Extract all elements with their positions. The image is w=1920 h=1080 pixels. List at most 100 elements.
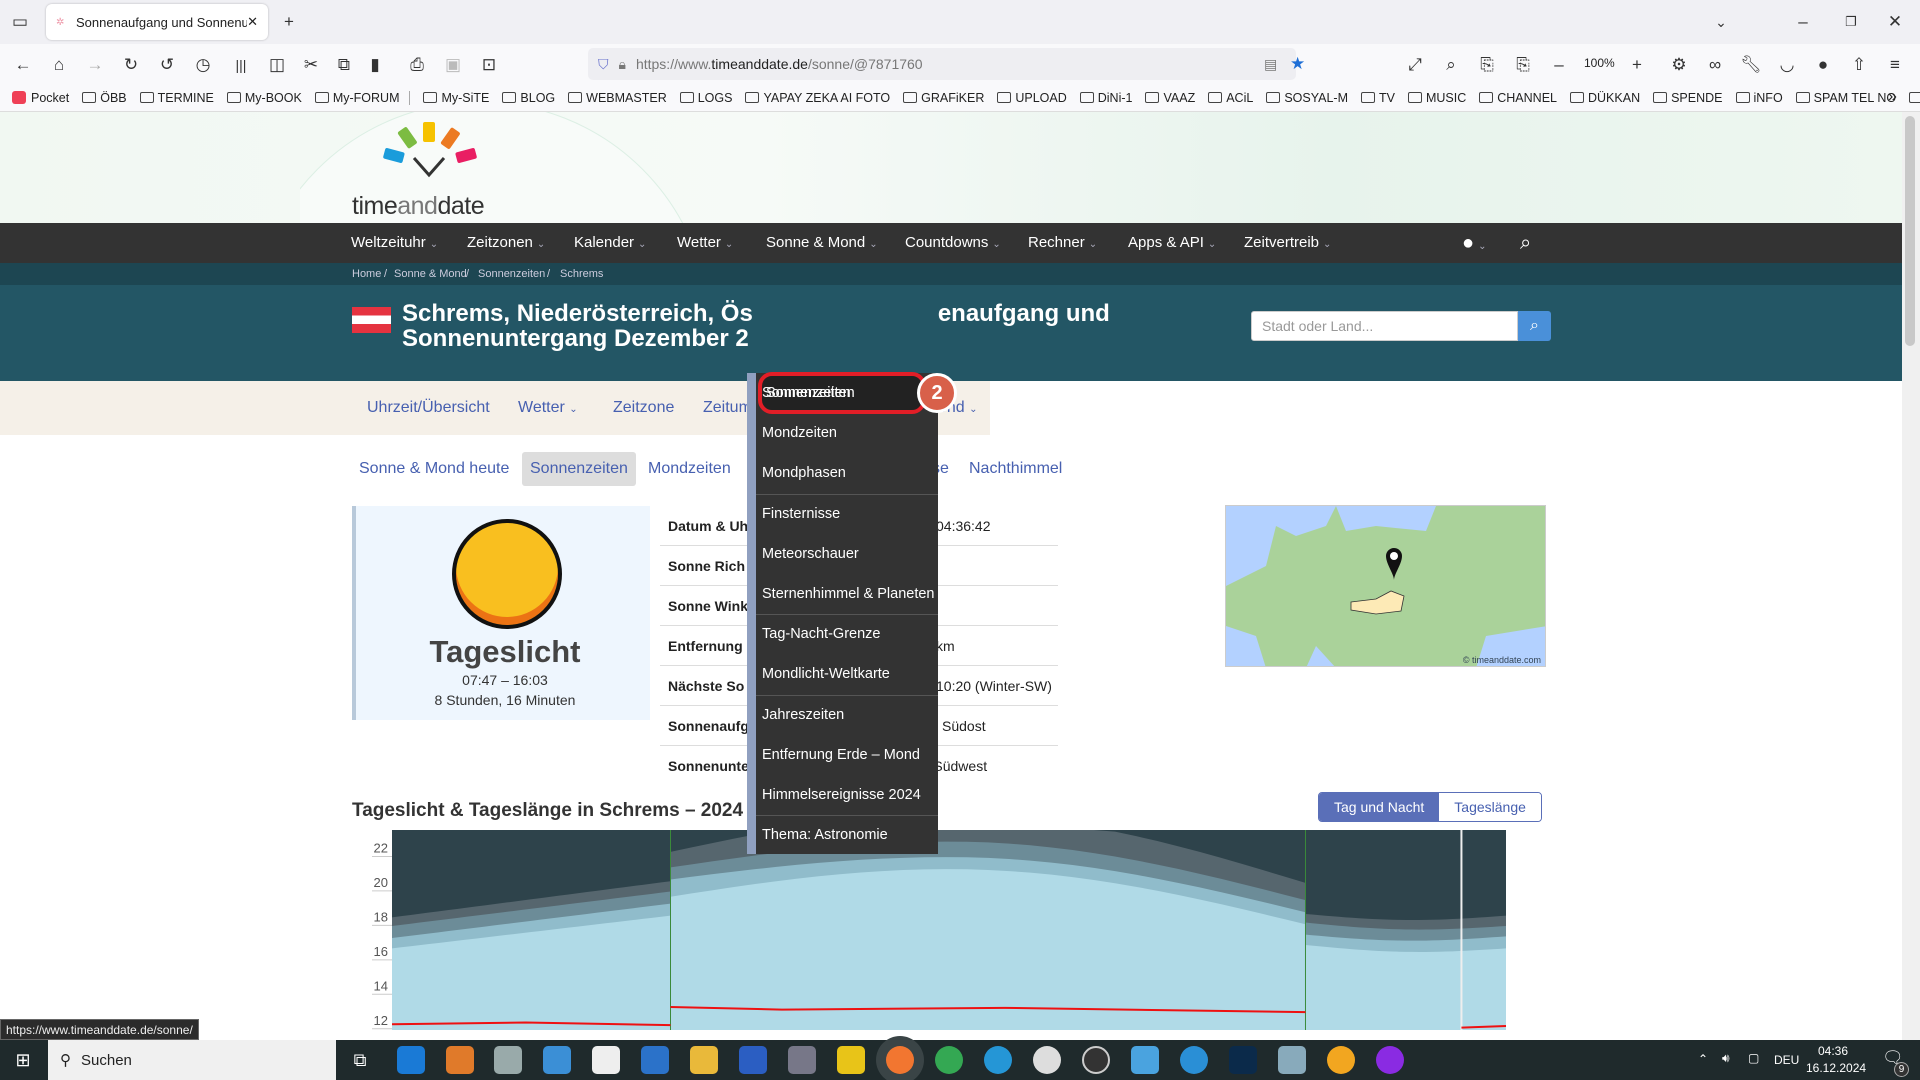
calculator-icon[interactable] [788, 1046, 816, 1074]
bookmark-folder[interactable]: My-FORUM [314, 90, 411, 105]
dropdown-item-tag-nacht-grenze[interactable]: Tag-Nacht-Grenze [756, 614, 938, 654]
dropdown-item-mondzeiten[interactable]: Mondzeiten [756, 413, 938, 453]
chrome-icon[interactable] [935, 1046, 963, 1074]
bookmark-folder[interactable]: SOSYAL-M [1266, 91, 1348, 105]
bookmark-star-icon[interactable]: ★ [1290, 54, 1305, 74]
home-icon[interactable]: ⌂ [48, 54, 70, 76]
bookmark-folder[interactable]: VAAZ [1145, 91, 1195, 105]
obs-icon[interactable] [1082, 1046, 1110, 1074]
bookmarks-overflow-icon[interactable]: » [1888, 88, 1897, 106]
bookmark-folder[interactable]: LOGS [679, 91, 732, 105]
tray-expand-icon[interactable]: ⌃ [1698, 1052, 1708, 1066]
notepad-icon[interactable] [1278, 1046, 1306, 1074]
bookmark-folder[interactable]: UPLOAD [997, 91, 1067, 105]
dropdown-item-jahreszeiten[interactable]: Jahreszeiten [756, 695, 938, 735]
tageslaenge-button[interactable]: Tageslänge [1439, 793, 1541, 821]
cut-icon[interactable]: ✂ [300, 54, 322, 76]
location-map[interactable]: © timeanddate.com [1225, 505, 1546, 667]
scrollbar-thumb[interactable] [1905, 116, 1915, 346]
breadcrumb-sonne-mond[interactable]: Sonne & Mond [394, 263, 467, 285]
zoom-in-icon[interactable]: + [1626, 54, 1648, 76]
site-logo[interactable]: timeanddate [352, 120, 512, 220]
volume-icon[interactable]: 🔊︎ [1722, 1051, 1730, 1066]
computer-icon[interactable] [1131, 1046, 1159, 1074]
nav-zeitzonen[interactable]: Zeitzonen ⌄ [467, 223, 545, 263]
paste-icon[interactable]: ▮ [364, 54, 386, 76]
dropdown-item-thema-astronomie[interactable]: Thema: Astronomie [756, 815, 938, 855]
bookmark-folder[interactable]: iNFO [1735, 91, 1783, 105]
photos-app-icon[interactable] [641, 1046, 669, 1074]
snipping-tool-icon[interactable] [1033, 1046, 1061, 1074]
firefox-icon[interactable] [886, 1046, 914, 1074]
extensions-icon[interactable]: ⇧ [1848, 54, 1870, 76]
photopea-icon[interactable] [1180, 1046, 1208, 1074]
nav-rechner[interactable]: Rechner ⌄ [1028, 223, 1097, 263]
bookmark-folder[interactable]: ACiL [1208, 91, 1253, 105]
subnav-zeitumstellung[interactable]: Zeitum [703, 381, 752, 435]
bookmark-folder[interactable]: GIMP [1909, 91, 1920, 105]
print-icon[interactable]: ⎙ [406, 54, 428, 76]
weather-icon[interactable] [1327, 1046, 1355, 1074]
monitor-app-icon[interactable] [494, 1046, 522, 1074]
nav-countdowns[interactable]: Countdowns ⌄ [905, 223, 1001, 263]
player-app-icon[interactable] [446, 1046, 474, 1074]
reload-icon[interactable]: ↻ [120, 54, 142, 76]
bookmark-folder[interactable]: MUSIC [1407, 91, 1466, 105]
restore-icon[interactable]: ❐ [1840, 11, 1862, 33]
nav-apps-api[interactable]: Apps & API ⌄ [1128, 223, 1216, 263]
zoom-level[interactable]: 100% [1584, 56, 1615, 70]
bookmark-folder[interactable]: DÜKKAN [1570, 91, 1640, 105]
dropdown-item-mondlicht-weltkarte[interactable]: Mondlicht-Weltkarte [756, 654, 938, 694]
subnav-uhrzeit[interactable]: Uhrzeit/Übersicht [367, 381, 490, 435]
city-search-input[interactable]: Stadt oder Land... [1251, 311, 1518, 341]
mask-icon[interactable]: ∞ [1704, 54, 1726, 76]
new-tab-button[interactable]: + [278, 11, 300, 33]
folder-down-icon[interactable]: ⎘ [1512, 54, 1534, 76]
nav-wetter[interactable]: Wetter ⌄ [677, 223, 733, 263]
minimize-icon[interactable]: – [1792, 11, 1814, 33]
word-app-icon[interactable] [739, 1046, 767, 1074]
tag-und-nacht-button[interactable]: Tag und Nacht [1319, 793, 1440, 821]
store-app-icon[interactable] [592, 1046, 620, 1074]
dropdown-item-sonnenzeiten[interactable]: Sonnenzeiten [756, 373, 938, 413]
bookmark-folder[interactable]: BLOG [502, 91, 555, 105]
camera-icon[interactable]: ▢ [1748, 1051, 1759, 1065]
windows-start-icon[interactable]: ⊞ [0, 1040, 46, 1080]
forward-icon[interactable]: → [84, 54, 106, 76]
clock-time[interactable]: 04:36 [1818, 1044, 1848, 1058]
dropdown-item-finsternisse[interactable]: Finsternisse [756, 494, 938, 534]
game-app-icon[interactable] [837, 1046, 865, 1074]
wrench-icon[interactable]: 🔧︎ [1740, 54, 1762, 76]
tab-overflow-icon[interactable]: ⌄ [1710, 11, 1732, 33]
bookmark-folder[interactable]: ÖBB [82, 91, 127, 105]
bookmark-folder[interactable]: YAPAY ZEKA AI FOTO [745, 91, 890, 105]
copy-icon[interactable]: ⧉ [333, 54, 355, 76]
task-view-icon[interactable]: ⧉ [346, 1046, 374, 1074]
nav-weltzeituhr[interactable]: Weltzeituhr ⌄ [351, 223, 438, 263]
clock-date[interactable]: 16.12.2024 [1806, 1061, 1866, 1075]
bookmark-folder[interactable]: TV [1360, 91, 1395, 105]
bookmark-pocket[interactable]: Pocket [12, 91, 69, 105]
zoom-out-icon[interactable]: – [1548, 54, 1570, 76]
subnav-zeitzone[interactable]: Zeitzone [613, 381, 674, 435]
back-icon[interactable]: ← [12, 54, 34, 76]
dropdown-item-sternenhimmel-planeten[interactable]: Sternenhimmel & Planeten [756, 574, 938, 614]
account-icon[interactable]: ● [1812, 54, 1834, 76]
close-window-icon[interactable]: ✕ [1884, 11, 1906, 33]
reader-view-icon[interactable]: ▤ [1264, 56, 1277, 73]
bookmark-folder[interactable]: My-BOOK [226, 91, 302, 105]
control-panel-icon[interactable] [543, 1046, 571, 1074]
nav-kalender[interactable]: Kalender ⌄ [574, 223, 646, 263]
screenshot-icon[interactable]: ⊡ [478, 54, 500, 76]
tab-list-icon[interactable]: ▭ [9, 11, 31, 33]
tab-sonnenzeiten[interactable]: Sonnenzeiten [522, 452, 636, 486]
reader-icon[interactable]: ▣ [442, 54, 464, 76]
settings-app-icon[interactable] [1229, 1046, 1257, 1074]
bookmark-folder[interactable]: WEBMASTER [568, 91, 667, 105]
bookmark-folder[interactable]: DiNi-1 [1079, 91, 1132, 105]
tab-nachthimmel[interactable]: Nachthimmel [961, 452, 1070, 486]
tab-sonne-mond-heute[interactable]: Sonne & Mond heute [351, 452, 517, 486]
user-account-icon[interactable]: ● ⌄ [1462, 223, 1486, 263]
fullscreen-icon[interactable]: ⤢ [1404, 54, 1426, 76]
breadcrumb-home[interactable]: Home [352, 263, 381, 285]
